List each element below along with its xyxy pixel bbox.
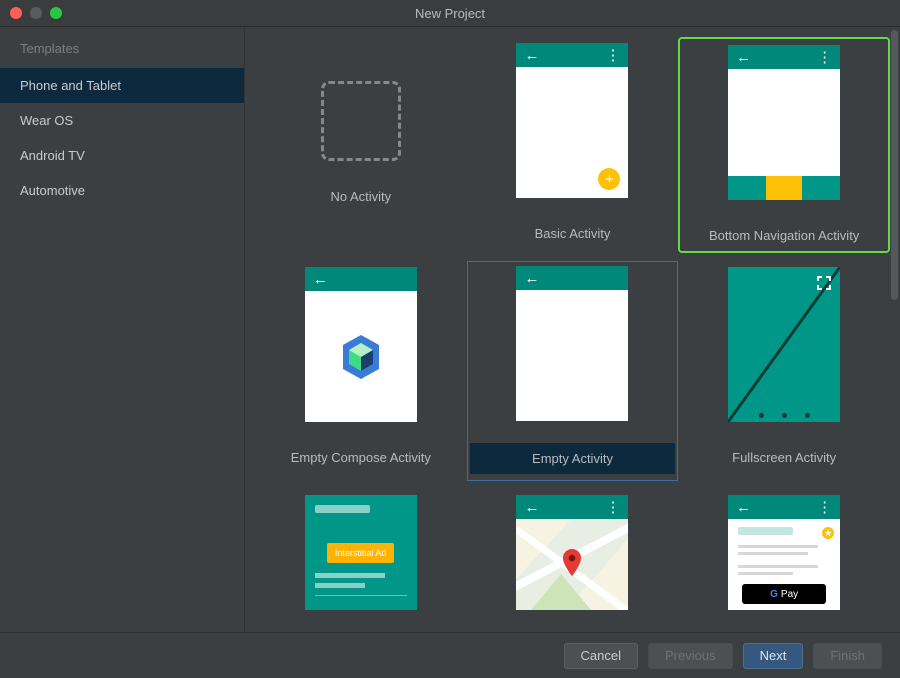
template-thumbnail: ← ⋮ + [516, 43, 628, 198]
back-arrow-icon: ← [524, 47, 539, 64]
sidebar-item-label: Phone and Tablet [20, 78, 121, 93]
back-arrow-icon: ← [736, 499, 751, 516]
titlebar: New Project [0, 0, 900, 27]
template-thumbnail: Interstitial Ad [305, 495, 417, 610]
sidebar-item-phone-tablet[interactable]: Phone and Tablet [0, 68, 244, 103]
template-google-pay[interactable]: ← ⋮ ★ G G Pay Pay [678, 489, 890, 618]
back-arrow-icon: ← [313, 271, 328, 288]
button-label: Next [760, 648, 787, 663]
bottom-nav-bar [728, 176, 840, 200]
more-vert-icon: ⋮ [817, 48, 832, 66]
previous-button[interactable]: Previous [648, 643, 733, 669]
template-thumbnail: ← ⋮ [728, 45, 840, 200]
fullscreen-icon [816, 275, 832, 291]
template-label: No Activity [330, 189, 391, 204]
template-bottom-navigation[interactable]: ← ⋮ Bottom Navigation Activity [678, 37, 890, 253]
template-thumbnail: ← ⋮ ★ G G Pay Pay [728, 495, 840, 610]
main: Templates Phone and Tablet Wear OS Andro… [0, 27, 900, 632]
template-empty-activity[interactable]: ← Empty Activity [467, 261, 679, 481]
template-no-activity[interactable]: No Activity [255, 37, 467, 253]
sidebar-header: Templates [0, 27, 244, 68]
template-label: Bottom Navigation Activity [709, 228, 859, 243]
template-grid-container: No Activity ← ⋮ + Basic Activity [245, 27, 900, 632]
next-button[interactable]: Next [743, 643, 804, 669]
footer: Cancel Previous Next Finish [0, 632, 900, 678]
template-label: Basic Activity [535, 226, 611, 241]
button-label: Finish [830, 648, 865, 663]
template-grid: No Activity ← ⋮ + Basic Activity [255, 37, 890, 618]
more-vert-icon: ⋮ [605, 498, 620, 516]
sidebar: Templates Phone and Tablet Wear OS Andro… [0, 27, 245, 632]
window-title: New Project [0, 6, 900, 21]
template-interstitial-ad[interactable]: Interstitial Ad [255, 489, 467, 618]
scrollbar[interactable] [891, 30, 898, 300]
sidebar-item-wear-os[interactable]: Wear OS [0, 103, 244, 138]
sidebar-item-automotive[interactable]: Automotive [0, 173, 244, 208]
sidebar-item-label: Android TV [20, 148, 85, 163]
more-vert-icon: ⋮ [605, 46, 620, 64]
template-basic-activity[interactable]: ← ⋮ + Basic Activity [467, 37, 679, 253]
template-thumbnail: ← [516, 266, 628, 421]
star-badge-icon: ★ [822, 527, 834, 539]
more-vert-icon: ⋮ [817, 498, 832, 516]
template-fullscreen[interactable]: Fullscreen Activity [678, 261, 890, 481]
template-thumbnail: ← ⋮ [516, 495, 628, 610]
ad-badge: Interstitial Ad [327, 543, 395, 563]
button-label: Previous [665, 648, 716, 663]
sidebar-item-label: Automotive [20, 183, 85, 198]
template-thumbnail [728, 267, 840, 422]
sidebar-item-label: Wear OS [20, 113, 73, 128]
back-arrow-icon: ← [524, 499, 539, 516]
template-google-maps[interactable]: ← ⋮ [467, 489, 679, 618]
template-thumbnail: ← [305, 267, 417, 422]
button-label: Cancel [581, 648, 621, 663]
template-empty-compose[interactable]: ← Empty Compose Activity [255, 261, 467, 481]
template-label: Empty Compose Activity [291, 450, 431, 465]
template-label: Empty Activity [470, 443, 676, 474]
compose-logo-icon [339, 333, 383, 381]
back-arrow-icon: ← [524, 270, 539, 287]
finish-button[interactable]: Finish [813, 643, 882, 669]
template-label: Fullscreen Activity [732, 450, 836, 465]
gpay-button: G G Pay Pay [742, 584, 826, 604]
no-activity-icon [321, 81, 401, 161]
cancel-button[interactable]: Cancel [564, 643, 638, 669]
sidebar-item-android-tv[interactable]: Android TV [0, 138, 244, 173]
map-pin-icon [562, 549, 582, 577]
back-arrow-icon: ← [736, 49, 751, 66]
